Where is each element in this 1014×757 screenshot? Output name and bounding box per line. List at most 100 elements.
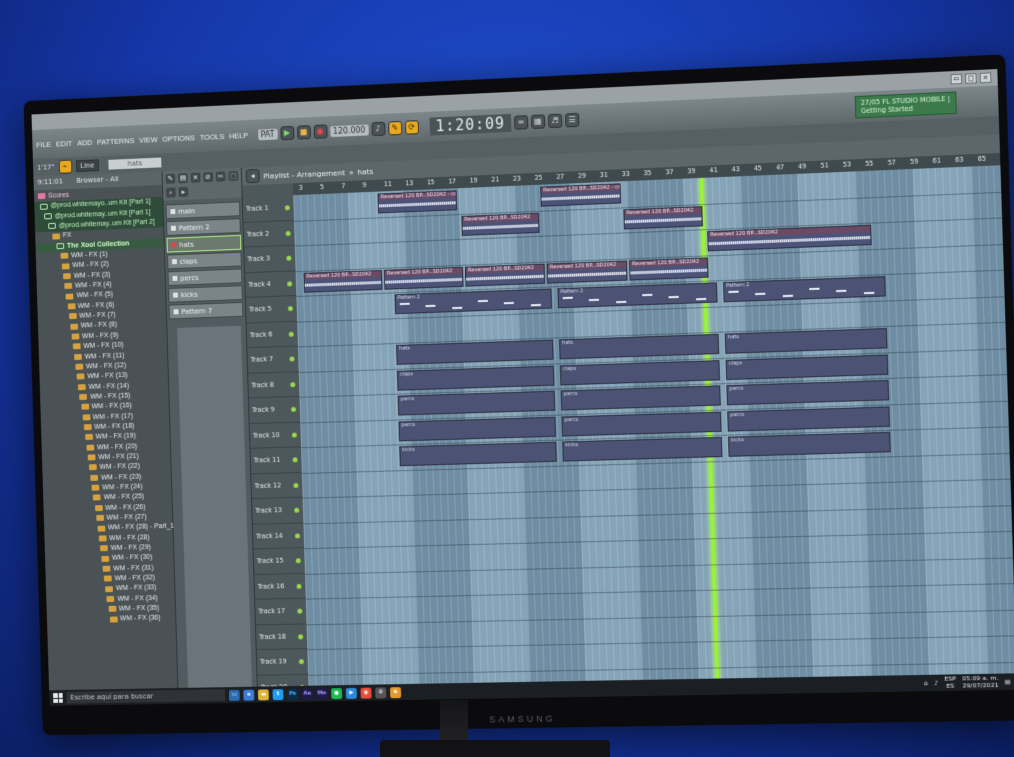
- track-header[interactable]: Track 4: [245, 270, 297, 298]
- menu-view[interactable]: VIEW: [139, 135, 158, 145]
- track-header[interactable]: Track 12: [251, 472, 303, 500]
- audio-clip[interactable]: Reversed 120 BP...SD2042: [461, 212, 540, 236]
- snap-icon[interactable]: ⌁: [58, 159, 72, 174]
- audio-clip[interactable]: Reversed 120 BP...SD2042: [623, 205, 703, 229]
- picker-item[interactable]: claps: [167, 251, 242, 270]
- mixer-icon[interactable]: ≡: [513, 115, 529, 130]
- track-mute-led[interactable]: [286, 255, 292, 261]
- pattern-clip[interactable]: percs: [561, 411, 722, 437]
- menu-options[interactable]: OPTIONS: [162, 133, 195, 143]
- chrome-icon[interactable]: ◉: [360, 687, 372, 699]
- track-mute-led[interactable]: [284, 205, 290, 211]
- language-indicator[interactable]: ESP ES: [944, 675, 956, 690]
- track-mute-led[interactable]: [298, 633, 304, 639]
- track-header[interactable]: Track 9: [248, 396, 301, 424]
- pattern-clip[interactable]: kicks: [727, 431, 891, 457]
- edge-icon[interactable]: e: [243, 689, 255, 701]
- track-header[interactable]: Track 10: [249, 422, 302, 449]
- audio-clip[interactable]: Reversed 120 BP...SD2042: [546, 260, 628, 284]
- picker-item[interactable]: hats: [166, 234, 242, 253]
- record-button[interactable]: ●: [313, 124, 328, 139]
- piano-roll-icon[interactable]: ♬: [547, 113, 563, 129]
- picker-item[interactable]: kicks: [168, 285, 243, 303]
- track-header[interactable]: Track 14: [252, 522, 305, 550]
- track-mute-led[interactable]: [298, 659, 304, 665]
- browser-title[interactable]: Browser - All: [76, 175, 118, 187]
- metronome-icon[interactable]: ♪: [371, 121, 386, 137]
- play-button[interactable]: ▶: [279, 125, 295, 141]
- playback-tool-icon[interactable]: ▸: [178, 186, 189, 197]
- pattern-clip[interactable]: claps: [559, 359, 721, 385]
- track-header[interactable]: Track 6: [246, 321, 298, 349]
- playlist-icon[interactable]: ☰: [564, 112, 580, 128]
- fl-studio-icon[interactable]: ♣: [389, 686, 402, 698]
- browser-item[interactable]: WM - FX (36): [47, 614, 176, 627]
- maximize-button[interactable]: □: [965, 73, 977, 84]
- arrangement-grid[interactable]: Reversed 120 BP...SD2042 - copy Reversed …: [293, 165, 1014, 702]
- pattern-clip[interactable]: claps: [396, 365, 555, 391]
- settings-gear-icon[interactable]: ⚙: [375, 686, 387, 698]
- picker-item[interactable]: percs: [167, 268, 243, 287]
- track-header[interactable]: Track 8: [248, 371, 300, 399]
- picker-item[interactable]: Pattern 7: [168, 301, 244, 320]
- tempo-display[interactable]: 120.000: [329, 123, 369, 137]
- track-header[interactable]: Track 2: [243, 220, 295, 248]
- menu-patterns[interactable]: PATTERNS: [97, 136, 135, 147]
- audio-clip[interactable]: Reversed 120 BP...SD2042: [303, 269, 383, 293]
- picker-item[interactable]: Pattern 2: [165, 218, 241, 236]
- track-header[interactable]: Track 11: [250, 447, 302, 474]
- track-mute-led[interactable]: [288, 331, 294, 337]
- track-mute-led[interactable]: [291, 406, 297, 412]
- media-encoder-icon[interactable]: Me: [316, 687, 328, 699]
- task-view-icon[interactable]: ▭: [228, 689, 240, 701]
- track-header[interactable]: Track 13: [252, 497, 304, 525]
- track-header[interactable]: Track 7: [247, 346, 299, 374]
- file-explorer-icon[interactable]: ▬: [257, 688, 269, 700]
- track-mute-led[interactable]: [295, 558, 301, 564]
- track-mute-led[interactable]: [287, 306, 293, 312]
- track-header[interactable]: Track 5: [245, 295, 298, 324]
- snap-select[interactable]: Line: [75, 159, 100, 173]
- menu-help[interactable]: HELP: [229, 130, 248, 140]
- after-effects-icon[interactable]: Ae: [301, 688, 313, 700]
- select-tool-icon[interactable]: ⬚: [228, 170, 239, 182]
- photoshop-icon[interactable]: Ps: [287, 688, 299, 700]
- pattern-clip[interactable]: percs: [398, 416, 557, 441]
- stop-button[interactable]: ■: [296, 125, 311, 140]
- menu-edit[interactable]: EDIT: [56, 138, 73, 148]
- blend-notes-icon[interactable]: ✎: [387, 120, 403, 136]
- paint-tool-icon[interactable]: ▤: [178, 173, 188, 184]
- playlist-menu-icon[interactable]: ◂: [245, 168, 260, 184]
- pattern-clip[interactable]: claps: [725, 353, 889, 380]
- delete-tool-icon[interactable]: ✕: [190, 172, 201, 183]
- pattern-selector[interactable]: hats: [108, 157, 162, 170]
- spotify-icon[interactable]: ●: [331, 687, 343, 699]
- twitter-icon[interactable]: t: [272, 688, 284, 700]
- pat-song-toggle[interactable]: PAT: [257, 128, 278, 140]
- track-mute-led[interactable]: [294, 507, 300, 513]
- pattern-clip[interactable]: kicks: [562, 436, 723, 462]
- track-mute-led[interactable]: [290, 381, 296, 387]
- track-header[interactable]: Track 17: [255, 598, 307, 625]
- menu-add[interactable]: ADD: [77, 138, 92, 147]
- notifications-icon[interactable]: ▤: [1005, 678, 1011, 685]
- audio-clip[interactable]: Reversed 120 BP...SD2042 - copy: [540, 183, 622, 207]
- audio-clip[interactable]: Reversed 120 BP...SD2042: [628, 256, 709, 281]
- track-header[interactable]: Track 16: [254, 573, 306, 600]
- track-header[interactable]: Track 15: [253, 548, 305, 575]
- menu-tools[interactable]: TOOLS: [200, 132, 225, 142]
- track-header[interactable]: Track 19: [256, 649, 309, 676]
- taskbar-search-input[interactable]: Escribe aquí para buscar: [66, 689, 226, 704]
- picker-item[interactable]: main: [165, 201, 241, 220]
- pattern-clip[interactable]: percs: [727, 405, 890, 432]
- track-mute-led[interactable]: [285, 230, 291, 236]
- clock[interactable]: 05:09 a. m. 29/07/2021: [962, 675, 999, 690]
- loop-record-icon[interactable]: ⟳: [404, 120, 419, 135]
- track-header[interactable]: Track 1: [242, 195, 295, 223]
- volume-icon[interactable]: ♪: [934, 679, 938, 686]
- track-header[interactable]: Track 18: [255, 623, 308, 651]
- audio-clip[interactable]: Reversed 120 BP...SD2042 - copy: [377, 190, 458, 214]
- track-mute-led[interactable]: [289, 356, 295, 362]
- pattern-clip[interactable]: percs: [560, 385, 721, 411]
- track-mute-led[interactable]: [291, 432, 297, 438]
